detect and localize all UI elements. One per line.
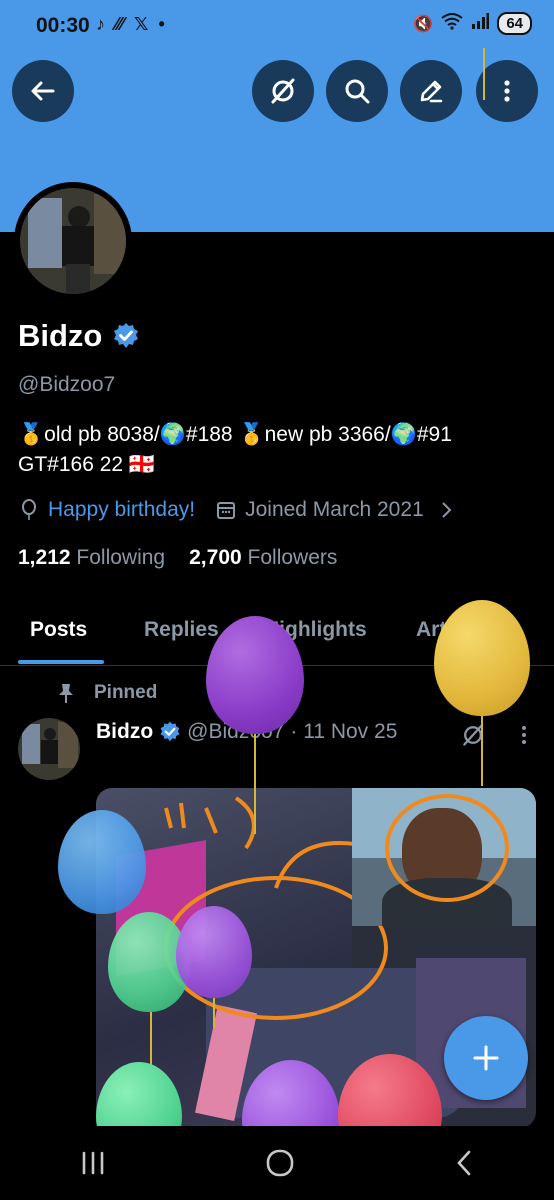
following-count: 1,212 [18,546,71,569]
followers-label: Followers [247,546,338,569]
balloon-string [481,716,483,786]
blue-balloon [58,810,146,914]
recents-icon[interactable] [78,1150,108,1176]
back-button[interactable] [12,60,74,122]
followers-count: 2,700 [189,546,242,569]
more-vertical-icon [504,80,510,102]
grok-button[interactable] [252,60,314,122]
grok-icon [271,78,295,104]
more-options-button[interactable] [476,60,538,122]
signal-dots-icon: ⁄⁄⁄ [115,14,125,34]
profile-name: Bidzo [18,318,140,354]
purple-balloon [206,616,304,734]
search-icon [345,79,370,104]
chevron-right-icon[interactable] [438,499,456,521]
display-name: Bidzo [18,318,103,353]
tiktok-icon: ♪ [96,14,105,34]
battery-icon: 64 [497,12,532,35]
cell-signal-icon [471,13,490,34]
home-icon[interactable] [265,1148,295,1178]
purple-balloon [176,906,252,998]
pencil-icon [420,80,443,103]
plus-icon [473,1045,499,1071]
verified-badge-icon [160,721,180,742]
follow-stats: 1,212 Following 2,700 Followers [18,546,337,570]
profile-bio: 🥇old pb 8038/🌍#188 🥇new pb 3366/🌍#91 GT#… [18,420,538,480]
back-arrow-icon [31,81,55,101]
dot-icon: • [158,14,165,34]
avatar-photo [20,188,126,294]
edit-button[interactable] [400,60,462,122]
pin-icon [59,684,73,703]
more-vertical-icon [522,726,526,744]
balloon-icon [22,499,36,520]
profile-handle: @Bidzoo7 [18,373,116,396]
profile-meta: Happy birthday! Joined March 2021 [18,498,456,522]
x-logo-icon: 𝕏 [134,14,149,34]
media-webcam-overlay [352,788,536,926]
profile-avatar[interactable] [14,182,132,300]
search-button[interactable] [326,60,388,122]
verified-badge-icon[interactable] [112,322,140,350]
yellow-balloon [434,600,530,716]
following-link[interactable]: 1,212 Following [18,546,165,570]
birthday-link[interactable]: Happy birthday! [48,498,195,522]
wifi-icon [441,12,463,35]
system-nav-bar [0,1126,554,1200]
compose-post-button[interactable] [444,1016,528,1100]
post-date: · 11 Nov 25 [290,720,398,743]
balloon-string [483,48,485,100]
tab-replies[interactable]: Replies [144,618,219,642]
bio-line: GT#166 22 🇬🇪 [18,453,156,476]
status-bar: 00:30 ♪ ⁄⁄⁄ 𝕏 • 🔇 64 [0,0,554,48]
balloon-string [254,734,256,834]
post-author-name[interactable]: Bidzo [96,720,153,744]
notification-icons: ♪ ⁄⁄⁄ 𝕏 • [96,14,165,35]
joined-date: Joined March 2021 [245,498,424,521]
pinned-text: Pinned [94,682,158,703]
following-label: Following [76,546,166,569]
calendar-icon [217,502,236,519]
post-more-button[interactable] [514,722,534,754]
status-time: 00:30 [36,14,90,37]
post-author-avatar[interactable] [18,718,80,780]
active-tab-indicator [18,660,104,664]
bio-line: 🥇old pb 8038/🌍#188 🥇new pb 3366/🌍#91 [18,423,452,446]
followers-link[interactable]: 2,700 Followers [189,546,337,570]
tab-posts[interactable]: Posts [30,618,87,642]
back-nav-icon[interactable] [452,1148,476,1178]
pinned-label: Pinned [56,682,157,704]
mute-icon: 🔇 [413,15,434,33]
balloon-string [213,998,215,1028]
status-right: 🔇 64 [413,12,532,35]
